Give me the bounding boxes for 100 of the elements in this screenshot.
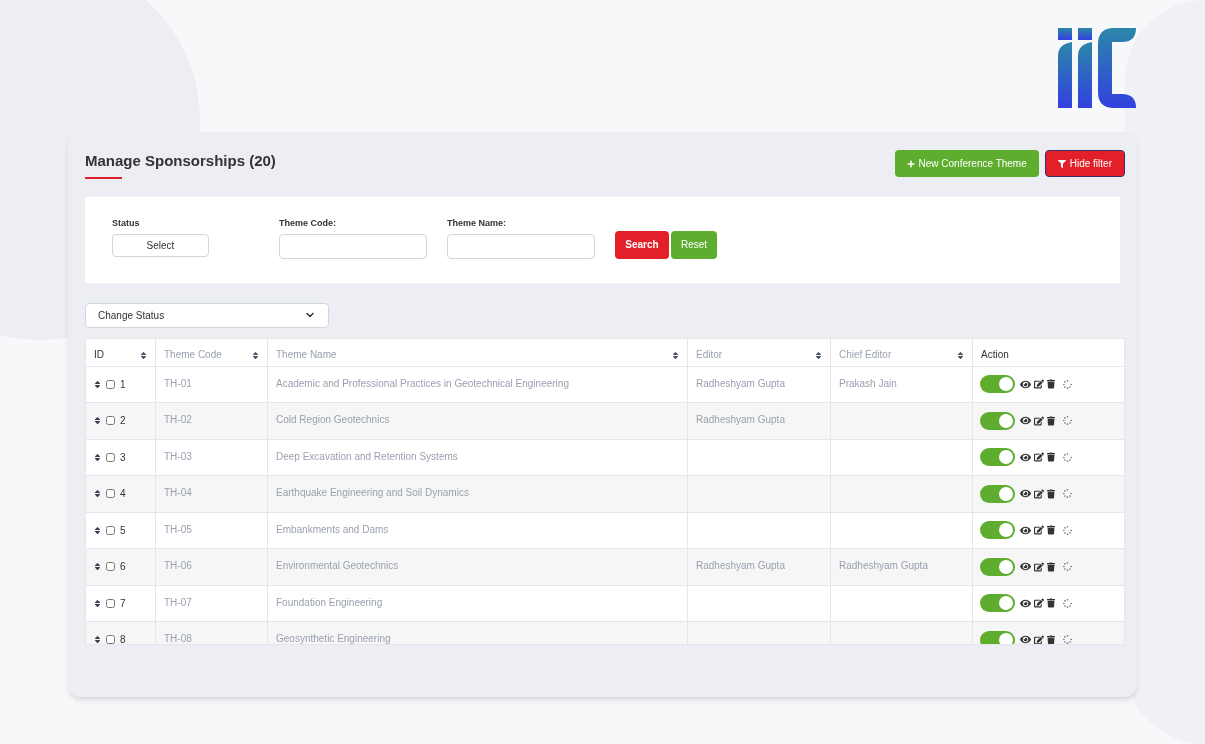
- row-checkbox[interactable]: [106, 489, 115, 499]
- edit-icon[interactable]: [1034, 415, 1044, 426]
- spinner-icon[interactable]: [1063, 525, 1072, 535]
- spinner-icon[interactable]: [1063, 379, 1072, 389]
- view-icon[interactable]: [1020, 524, 1031, 536]
- edit-icon[interactable]: [1034, 561, 1044, 572]
- drag-handle-icon[interactable]: [94, 452, 101, 462]
- sort-icon: [815, 350, 822, 360]
- theme-name-cell: Environmental Geotechnics: [268, 549, 688, 585]
- status-toggle[interactable]: [980, 448, 1015, 467]
- edit-icon[interactable]: [1034, 488, 1044, 499]
- sort-icon: [252, 350, 259, 360]
- status-toggle[interactable]: [980, 375, 1015, 394]
- edit-icon[interactable]: [1034, 598, 1044, 609]
- edit-icon[interactable]: [1034, 452, 1044, 463]
- status-toggle[interactable]: [980, 594, 1015, 613]
- theme-name-cell: Foundation Engineering: [268, 585, 688, 621]
- trash-icon[interactable]: [1047, 379, 1055, 390]
- row-checkbox[interactable]: [106, 452, 115, 462]
- drag-handle-icon[interactable]: [94, 525, 101, 535]
- drag-handle-icon[interactable]: [94, 635, 101, 644]
- row-checkbox[interactable]: [106, 562, 115, 572]
- theme-code-cell: TH-07: [156, 585, 268, 621]
- status-select[interactable]: Select: [112, 234, 209, 257]
- sort-icon: [957, 350, 964, 360]
- status-toggle[interactable]: [980, 484, 1015, 503]
- status-toggle[interactable]: [980, 521, 1015, 540]
- theme-code-field[interactable]: [279, 234, 427, 259]
- trash-icon[interactable]: [1047, 488, 1055, 499]
- theme-name-cell: Academic and Professional Practices in Geotechnical Engineering: [268, 366, 688, 402]
- row-checkbox[interactable]: [106, 635, 115, 644]
- view-icon[interactable]: [1020, 561, 1031, 573]
- theme-name-cell: Earthquake Engineering and Soil Dynamics: [268, 476, 688, 512]
- drag-handle-icon[interactable]: [94, 416, 101, 426]
- plus-icon: [906, 159, 915, 168]
- view-icon[interactable]: [1020, 415, 1031, 427]
- theme-name-label: Theme Name:: [447, 216, 508, 230]
- trash-icon[interactable]: [1047, 634, 1055, 644]
- new-theme-button[interactable]: New Conference Theme: [894, 150, 1039, 177]
- trash-icon[interactable]: [1047, 561, 1055, 572]
- view-icon[interactable]: [1020, 597, 1031, 609]
- theme-code-cell: TH-02: [156, 403, 268, 439]
- sort-icon: [672, 350, 679, 360]
- column-header[interactable]: ID: [86, 338, 156, 366]
- row-checkbox[interactable]: [106, 379, 115, 389]
- hide-filter-button[interactable]: Hide filter: [1044, 150, 1125, 177]
- trash-icon[interactable]: [1047, 415, 1055, 426]
- spinner-icon[interactable]: [1063, 489, 1072, 499]
- change-status-select[interactable]: Change Status: [85, 302, 329, 328]
- spinner-icon[interactable]: [1063, 452, 1072, 462]
- edit-icon[interactable]: [1034, 634, 1044, 644]
- view-icon[interactable]: [1020, 634, 1031, 644]
- spinner-icon[interactable]: [1063, 416, 1072, 426]
- status-toggle[interactable]: [980, 630, 1015, 644]
- column-header[interactable]: Theme Name: [268, 338, 688, 366]
- column-header[interactable]: Editor: [688, 338, 831, 366]
- spinner-icon[interactable]: [1063, 562, 1072, 572]
- drag-handle-icon[interactable]: [94, 379, 101, 389]
- theme-code-cell: TH-06: [156, 549, 268, 585]
- chief-editor-cell: Radheshyam Gupta: [831, 549, 973, 585]
- row-checkbox[interactable]: [106, 416, 115, 426]
- theme-code-cell: TH-03: [156, 439, 268, 475]
- edit-icon[interactable]: [1034, 379, 1044, 390]
- column-header[interactable]: Chief Editor: [831, 338, 973, 366]
- drag-handle-icon[interactable]: [94, 489, 101, 499]
- logo-icon: [1058, 28, 1136, 108]
- row-id: 7: [120, 596, 126, 611]
- status-toggle[interactable]: [980, 411, 1015, 430]
- view-icon[interactable]: [1020, 378, 1031, 390]
- row-id: 6: [120, 560, 126, 575]
- row-id: 4: [120, 487, 126, 502]
- status-toggle[interactable]: [980, 557, 1015, 576]
- theme-name-cell: Cold Region Geotechnics: [268, 403, 688, 439]
- view-icon[interactable]: [1020, 451, 1031, 463]
- edit-icon[interactable]: [1034, 525, 1044, 536]
- chief-editor-cell: Prakash Jain: [831, 366, 973, 402]
- theme-code-cell: TH-08: [156, 622, 268, 644]
- view-icon[interactable]: [1020, 488, 1031, 500]
- editor-cell: Radheshyam Gupta: [688, 549, 831, 585]
- search-button[interactable]: Search: [615, 230, 669, 259]
- trash-icon[interactable]: [1047, 598, 1055, 609]
- theme-code-cell: TH-04: [156, 476, 268, 512]
- row-checkbox[interactable]: [106, 525, 115, 535]
- spinner-icon[interactable]: [1063, 635, 1072, 644]
- reset-button[interactable]: Reset: [671, 230, 717, 259]
- theme-code-cell: TH-01: [156, 366, 268, 402]
- row-id: 5: [120, 523, 126, 538]
- page-title: Manage Sponsorships (20): [85, 151, 276, 171]
- drag-handle-icon[interactable]: [94, 598, 101, 608]
- trash-icon[interactable]: [1047, 525, 1055, 536]
- spinner-icon[interactable]: [1063, 598, 1072, 608]
- column-header[interactable]: Theme Code: [156, 338, 268, 366]
- theme-name-field[interactable]: [447, 234, 595, 259]
- theme-name-cell: Geosynthetic Engineering: [268, 622, 688, 644]
- drag-handle-icon[interactable]: [94, 562, 101, 572]
- row-id: 1: [120, 377, 126, 392]
- theme-code-label: Theme Code:: [279, 216, 337, 230]
- trash-icon[interactable]: [1047, 452, 1055, 463]
- row-checkbox[interactable]: [106, 598, 115, 608]
- editor-cell: Radheshyam Gupta: [688, 403, 831, 439]
